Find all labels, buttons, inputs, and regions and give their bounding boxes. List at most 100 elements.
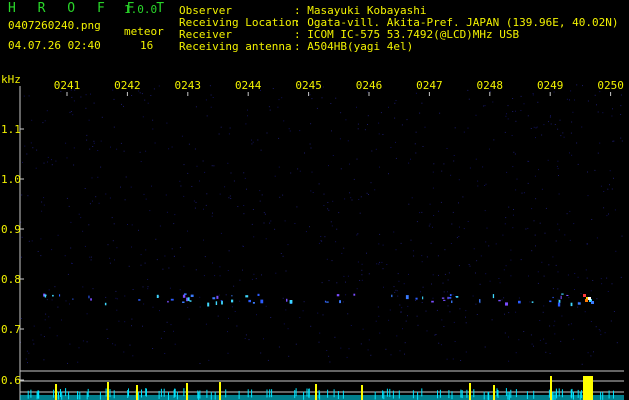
noise-dot <box>401 124 403 126</box>
noise-dot <box>368 273 370 275</box>
noise-dot <box>191 186 193 187</box>
counter-bar <box>550 376 552 400</box>
noise-dot <box>538 169 539 171</box>
noise-dot <box>93 140 95 142</box>
counter-tick <box>58 391 59 400</box>
noise-dot <box>86 313 88 315</box>
noise-dot <box>537 101 539 103</box>
noise-dot <box>203 208 204 210</box>
noise-dot <box>515 110 516 112</box>
y-tick-label: 1.1 <box>1 123 21 136</box>
noise-dot <box>407 305 409 307</box>
noise-dot <box>212 262 213 264</box>
noise-dot <box>467 127 469 129</box>
plot-frame <box>19 86 624 400</box>
noise-dot <box>331 260 333 262</box>
noise-dot <box>107 338 109 339</box>
noise-dot <box>397 273 399 275</box>
noise-dot <box>270 220 272 222</box>
counter-tick <box>238 390 240 399</box>
noise-dot <box>525 228 527 230</box>
noise-dot <box>97 176 99 178</box>
counter-tick <box>113 390 115 399</box>
noise-dot <box>323 205 325 206</box>
noise-dot <box>21 194 23 196</box>
noise-dot <box>572 338 574 340</box>
noise-dot <box>131 318 133 320</box>
noise-dot <box>243 213 245 215</box>
noise-dot <box>620 114 622 115</box>
noise-dot <box>452 358 454 360</box>
noise-dot <box>444 273 446 275</box>
counter-tick <box>577 389 579 398</box>
noise-dot <box>204 256 206 258</box>
noise-dot <box>64 255 66 257</box>
noise-dot <box>544 232 546 234</box>
noise-dot <box>394 102 396 104</box>
noise-dot <box>278 99 280 101</box>
noise-dot <box>459 308 461 310</box>
meteor-trace <box>90 298 92 301</box>
noise-dot <box>351 199 353 201</box>
noise-dot <box>152 128 154 130</box>
noise-dot <box>454 127 456 129</box>
noise-dot <box>557 160 559 162</box>
noise-dot <box>453 160 455 162</box>
noise-dot <box>432 226 433 228</box>
noise-dot <box>30 142 32 144</box>
noise-dot <box>115 290 117 292</box>
noise-dot <box>360 196 362 198</box>
noise-dot <box>367 115 369 117</box>
counter-tick <box>398 390 400 399</box>
noise-dot <box>168 148 170 150</box>
noise-dot <box>180 185 182 187</box>
noise-dot <box>560 340 562 342</box>
noise-dot <box>340 347 342 349</box>
noise-dot <box>31 240 33 242</box>
noise-dot <box>33 343 35 345</box>
noise-dot <box>47 161 48 163</box>
noise-dot <box>321 97 323 99</box>
noise-dot <box>484 185 486 186</box>
noise-dot <box>78 347 80 349</box>
noise-dot <box>144 99 146 101</box>
noise-dot <box>43 336 45 338</box>
meteor-trace <box>448 297 452 299</box>
noise-dot <box>132 289 134 290</box>
noise-dot <box>429 223 431 225</box>
noise-dot <box>347 140 349 142</box>
noise-dot <box>406 119 408 121</box>
noise-dot <box>537 271 539 273</box>
noise-dot <box>475 114 477 116</box>
noise-dot <box>318 183 320 185</box>
noise-dot <box>557 128 559 130</box>
noise-dot <box>93 142 95 144</box>
noise-dot <box>169 287 171 289</box>
noise-dot <box>576 84 578 86</box>
noise-dot <box>40 255 42 257</box>
noise-dot <box>57 234 59 236</box>
noise-dot <box>164 353 166 354</box>
noise-dot <box>401 307 403 309</box>
noise-dot <box>260 352 262 354</box>
noise-dot <box>97 150 99 151</box>
noise-dot <box>424 126 426 128</box>
counter-tick <box>30 389 32 398</box>
noise-dot <box>566 98 568 100</box>
noise-dot <box>72 114 74 116</box>
noise-dot <box>404 342 406 344</box>
noise-dot <box>432 274 434 276</box>
noise-dot <box>542 311 544 313</box>
noise-dot <box>205 204 207 206</box>
noise-dot <box>515 311 517 313</box>
noise-dot <box>86 139 88 141</box>
noise-dot <box>69 303 70 305</box>
counter-tick <box>507 391 509 400</box>
noise-dot <box>251 143 253 145</box>
noise-dot <box>106 328 108 330</box>
noise-dot <box>398 280 400 282</box>
noise-dot <box>346 356 348 358</box>
meteor-trace <box>216 295 219 299</box>
meteor-trace <box>207 302 210 307</box>
noise-dot <box>412 250 414 252</box>
